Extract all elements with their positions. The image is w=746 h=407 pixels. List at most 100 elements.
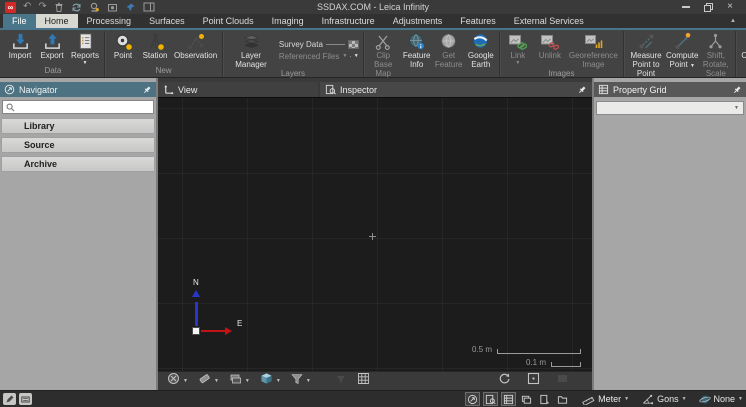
globe-gray-icon bbox=[439, 32, 458, 51]
active-layer-select[interactable]: Survey Data bbox=[279, 40, 359, 49]
dropdown-caret-icon[interactable]: ▼ bbox=[245, 378, 250, 384]
window-layout-icon[interactable] bbox=[143, 2, 155, 13]
eraser-icon[interactable] bbox=[198, 372, 211, 390]
google-earth-button[interactable]: Google Earth bbox=[465, 31, 497, 79]
dropdown-caret-icon[interactable]: ▼ bbox=[214, 378, 219, 384]
reports-button[interactable]: Reports ▼ bbox=[68, 31, 102, 66]
feature-info-button[interactable]: Feature Info bbox=[401, 31, 433, 79]
view-cube-icon[interactable] bbox=[260, 372, 273, 390]
import-button[interactable]: Import bbox=[4, 31, 36, 66]
inspector-tab-header[interactable]: Inspector bbox=[320, 82, 592, 97]
sync-icon[interactable] bbox=[71, 2, 82, 13]
redo-icon[interactable]: ↷ bbox=[38, 2, 46, 13]
georeference-image-button[interactable]: Georeference Image bbox=[566, 31, 621, 69]
restore-button[interactable] bbox=[704, 3, 713, 12]
filter-icon[interactable] bbox=[291, 372, 303, 390]
keyboard-icon[interactable] bbox=[19, 393, 32, 405]
navigator-toggle-icon[interactable] bbox=[465, 392, 480, 406]
export-button[interactable]: Export bbox=[36, 31, 68, 66]
tab-adjustments[interactable]: Adjustments bbox=[384, 14, 452, 28]
view-tab-header[interactable]: View bbox=[158, 82, 318, 97]
google-earth-icon bbox=[471, 32, 490, 51]
navigator-search-input[interactable] bbox=[18, 102, 150, 112]
minimize-button[interactable] bbox=[682, 6, 690, 8]
referenced-files-dropdown[interactable]: Referenced Files ▼ ▼ bbox=[279, 52, 359, 61]
coordinate-system-selector[interactable]: None ▼ bbox=[699, 394, 743, 405]
export-icon bbox=[43, 32, 62, 51]
scale-bar-primary: 0.5 m bbox=[472, 345, 581, 354]
dropdown-caret-icon[interactable]: ▼ bbox=[276, 378, 281, 384]
ribbon-group-cogo: Measure Point to Point Compute Point ▼ S… bbox=[624, 31, 737, 77]
dropdown-caret-icon[interactable]: ▼ bbox=[306, 378, 311, 384]
map-canvas[interactable]: N E 0.5 m 0.1 m bbox=[158, 97, 592, 371]
inspector-toggle-icon[interactable] bbox=[483, 392, 498, 406]
measure-point-to-point-button[interactable]: Measure Point to Point bbox=[626, 31, 666, 79]
tab-external-services[interactable]: External Services bbox=[505, 14, 593, 28]
new-point-button[interactable]: Point bbox=[107, 31, 139, 66]
property-grid-toggle-icon[interactable] bbox=[501, 392, 516, 406]
previous-view-icon bbox=[556, 372, 569, 390]
delete-icon[interactable] bbox=[54, 2, 64, 13]
ruler-icon bbox=[582, 394, 595, 405]
compute-point-button[interactable]: Compute Point ▼ bbox=[666, 31, 698, 79]
unlink-image-button[interactable]: Unlink bbox=[534, 31, 566, 69]
distance-unit-selector[interactable]: Meter ▼ bbox=[582, 394, 629, 405]
link-image-button[interactable]: Link ▼ bbox=[502, 31, 534, 69]
tab-imaging[interactable]: Imaging bbox=[263, 14, 313, 28]
navigator-item-archive[interactable]: Archive bbox=[1, 156, 155, 172]
clip-base-map-button[interactable]: Clip Base Map bbox=[366, 31, 401, 79]
report-toggle-icon[interactable] bbox=[537, 392, 552, 406]
pin-panel-icon[interactable] bbox=[577, 85, 587, 95]
scissors-icon bbox=[374, 32, 392, 51]
ribbon-group-new: Point Station Observation New bbox=[105, 31, 223, 77]
shift-rotate-scale-button[interactable]: Shift, Rotate, Scale bbox=[698, 31, 733, 79]
center-headers: View Inspector bbox=[158, 82, 592, 97]
pencil-icon[interactable] bbox=[3, 393, 16, 405]
stamp-icon[interactable] bbox=[89, 2, 100, 13]
property-grid-selector[interactable]: ▼ bbox=[596, 101, 744, 115]
new-observation-button[interactable]: Observation bbox=[171, 31, 220, 66]
undo-icon[interactable]: ↶ bbox=[23, 2, 31, 13]
project-folder-icon[interactable] bbox=[555, 392, 570, 406]
pin-icon[interactable] bbox=[125, 2, 136, 13]
search-icon bbox=[6, 103, 15, 112]
pin-panel-icon[interactable] bbox=[732, 85, 742, 95]
dropdown-caret-icon: ▼ bbox=[738, 396, 743, 402]
axis-north-label: N bbox=[193, 278, 199, 287]
layers-toggle-icon[interactable] bbox=[519, 392, 534, 406]
distance-unit-value: Meter bbox=[598, 394, 621, 404]
get-feature-button[interactable]: Get Feature bbox=[433, 31, 465, 79]
grid-toggle-icon[interactable] bbox=[357, 372, 370, 390]
compute-point-icon bbox=[673, 32, 692, 51]
coordinates-button[interactable]: Coordinates ▼ bbox=[738, 31, 746, 66]
navigator-item-library[interactable]: Library bbox=[1, 118, 155, 134]
navigator-item-source[interactable]: Source bbox=[1, 137, 155, 153]
layer-manager-button[interactable]: Layer Manager bbox=[225, 31, 277, 69]
tab-surfaces[interactable]: Surfaces bbox=[140, 14, 194, 28]
view-axis-icon bbox=[163, 84, 174, 95]
zoom-extents-icon[interactable] bbox=[527, 372, 540, 390]
tab-infrastructure[interactable]: Infrastructure bbox=[313, 14, 384, 28]
reports-icon bbox=[76, 32, 95, 51]
display-settings-icon[interactable] bbox=[167, 372, 180, 390]
pin-panel-icon[interactable] bbox=[142, 85, 152, 95]
snapshot-icon[interactable] bbox=[107, 2, 118, 13]
tab-file[interactable]: File bbox=[3, 14, 36, 28]
close-button[interactable]: × bbox=[727, 2, 733, 12]
navigator-search[interactable] bbox=[2, 100, 154, 114]
tab-processing[interactable]: Processing bbox=[78, 14, 141, 28]
angle-unit-value: Gons bbox=[657, 394, 679, 404]
tab-point-clouds[interactable]: Point Clouds bbox=[194, 14, 263, 28]
layers-stack-icon[interactable] bbox=[229, 372, 242, 390]
group-label-data: Data bbox=[4, 66, 102, 77]
ribbon-collapse-button[interactable]: ▲ bbox=[720, 14, 746, 28]
property-grid-header: Property Grid bbox=[594, 82, 746, 97]
tab-features[interactable]: Features bbox=[451, 14, 505, 28]
tab-home[interactable]: Home bbox=[36, 14, 78, 28]
dropdown-caret-icon[interactable]: ▼ bbox=[183, 378, 188, 384]
dropdown-caret-icon[interactable]: ▼ bbox=[354, 53, 359, 59]
refresh-view-icon[interactable] bbox=[498, 372, 511, 390]
property-grid-title: Property Grid bbox=[613, 85, 667, 95]
new-station-button[interactable]: Station bbox=[139, 31, 171, 66]
angle-unit-selector[interactable]: Gons ▼ bbox=[641, 394, 686, 405]
